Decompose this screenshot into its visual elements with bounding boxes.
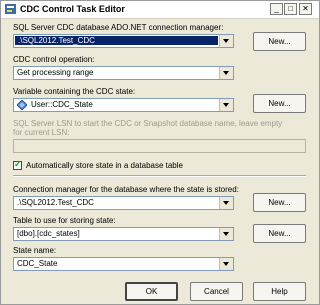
connection-label: SQL Server CDC database ADO.NET connecti… — [13, 23, 224, 32]
chevron-down-icon[interactable] — [219, 197, 233, 209]
variable-label: Variable containing the CDC state: — [13, 87, 136, 96]
operation-combo[interactable]: Get processing range — [13, 66, 234, 80]
window-title: CDC Control Task Editor — [20, 4, 125, 14]
chevron-down-icon[interactable] — [219, 258, 233, 270]
state-connection-new-button[interactable]: New... — [253, 193, 306, 212]
variable-value: User::CDC_State — [31, 100, 93, 109]
minimize-button[interactable]: _ — [270, 3, 283, 15]
state-name-combo[interactable]: CDC_State — [13, 257, 234, 271]
connection-combo[interactable]: .\SQL2012.Test_CDC — [13, 34, 234, 48]
chevron-down-icon[interactable] — [219, 67, 233, 79]
lsn-label: SQL Server LSN to start the CDC or Snaps… — [13, 119, 283, 137]
table-combo[interactable]: [dbo].[cdc_states] — [13, 227, 234, 241]
variable-combo[interactable]: User::CDC_State — [13, 98, 234, 112]
table-new-button[interactable]: New... — [253, 224, 306, 243]
state-connection-value: .\SQL2012.Test_CDC — [17, 198, 94, 207]
state-name-label: State name: — [13, 246, 57, 255]
state-connection-label: Connection manager for the database wher… — [13, 185, 239, 194]
cancel-button[interactable]: Cancel — [190, 282, 243, 301]
close-button[interactable]: ✕ — [299, 3, 312, 15]
auto-store-checkbox[interactable] — [13, 159, 22, 170]
variable-new-button[interactable]: New... — [253, 94, 306, 113]
chevron-down-icon[interactable] — [219, 35, 233, 47]
connection-value: .\SQL2012.Test_CDC — [15, 36, 218, 45]
lsn-input — [13, 139, 306, 153]
divider — [13, 175, 306, 177]
cdc-task-icon — [5, 4, 16, 14]
table-label: Table to use for storing state: — [13, 216, 116, 225]
chevron-down-icon[interactable] — [219, 99, 233, 111]
ok-button[interactable]: OK — [125, 282, 178, 301]
variable-icon — [17, 100, 27, 110]
dialog-window: CDC Control Task Editor _ □ ✕ SQL Server… — [0, 0, 320, 305]
maximize-button[interactable]: □ — [284, 3, 297, 15]
auto-store-label[interactable]: Automatically store state in a database … — [26, 161, 183, 170]
operation-label: CDC control operation: — [13, 55, 95, 64]
help-button[interactable]: Help — [253, 282, 306, 301]
connection-new-button[interactable]: New... — [253, 32, 306, 51]
state-name-value: CDC_State — [17, 259, 58, 268]
chevron-down-icon[interactable] — [219, 228, 233, 240]
operation-value: Get processing range — [17, 68, 94, 77]
title-bar: CDC Control Task Editor _ □ ✕ — [1, 1, 319, 19]
state-connection-combo[interactable]: .\SQL2012.Test_CDC — [13, 196, 234, 210]
table-value: [dbo].[cdc_states] — [17, 229, 80, 238]
